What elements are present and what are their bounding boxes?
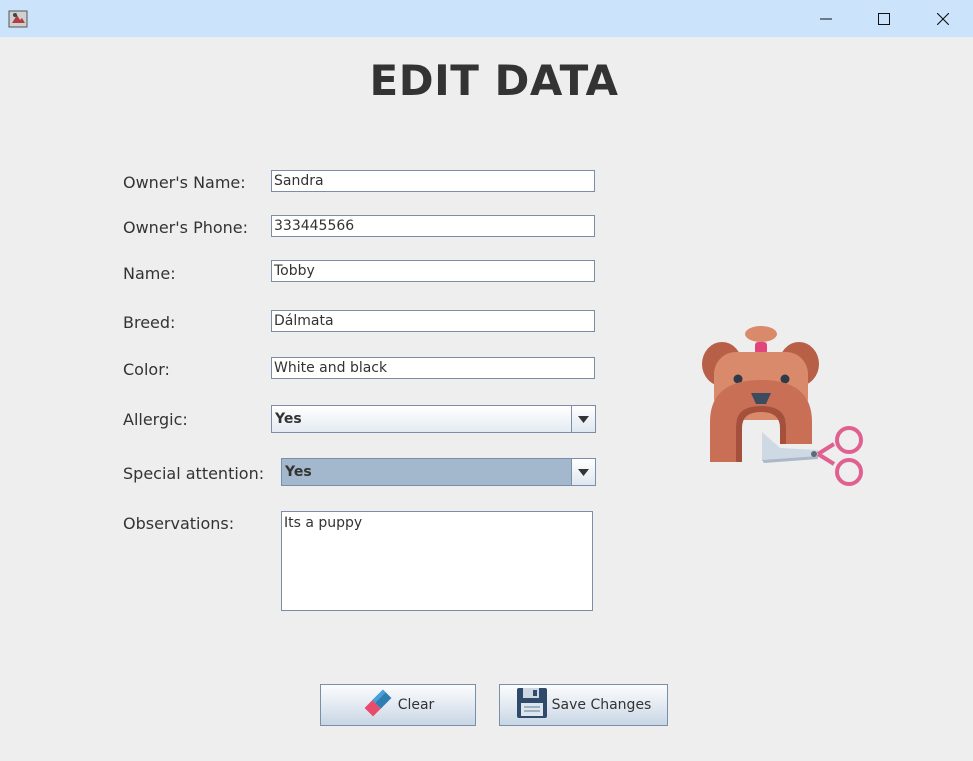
app-icon	[8, 9, 28, 29]
floppy-disk-icon	[516, 687, 548, 723]
minimize-button[interactable]	[797, 0, 855, 37]
special-attention-dropdown[interactable]: Yes	[281, 458, 596, 486]
maximize-button[interactable]	[855, 0, 913, 37]
close-button[interactable]	[914, 0, 972, 37]
breed-field[interactable]: Dálmata	[271, 310, 595, 332]
owner-name-field[interactable]: Sandra	[271, 170, 595, 192]
owner-phone-field[interactable]: 333445566	[271, 215, 595, 237]
save-changes-button-label: Save Changes	[551, 697, 652, 713]
page-title: EDIT DATA	[369, 56, 619, 105]
owner-phone-label: Owner's Phone:	[123, 218, 249, 237]
chevron-down-icon[interactable]	[571, 406, 595, 432]
allergic-label: Allergic:	[123, 410, 188, 429]
breed-label: Breed:	[123, 313, 176, 332]
color-label: Color:	[123, 360, 170, 379]
observations-textarea[interactable]: Its a puppy	[281, 511, 593, 611]
observations-label: Observations:	[123, 514, 235, 533]
color-field[interactable]: White and black	[271, 357, 595, 379]
eraser-icon	[362, 688, 394, 722]
allergic-dropdown[interactable]: Yes	[271, 405, 596, 433]
save-changes-button[interactable]: Save Changes	[499, 684, 668, 726]
clear-button-label: Clear	[397, 697, 435, 713]
chevron-down-icon[interactable]	[571, 459, 595, 485]
pet-name-field[interactable]: Tobby	[271, 260, 595, 282]
window-titlebar	[0, 0, 973, 37]
special-attention-label: Special attention:	[123, 464, 265, 483]
owner-name-label: Owner's Name:	[123, 173, 246, 192]
allergic-selected-value: Yes	[275, 411, 302, 427]
dog-grooming-illustration	[700, 322, 868, 492]
clear-button[interactable]: Clear	[320, 684, 476, 726]
pet-name-label: Name:	[123, 264, 176, 283]
special-attention-selected-value: Yes	[285, 464, 312, 480]
